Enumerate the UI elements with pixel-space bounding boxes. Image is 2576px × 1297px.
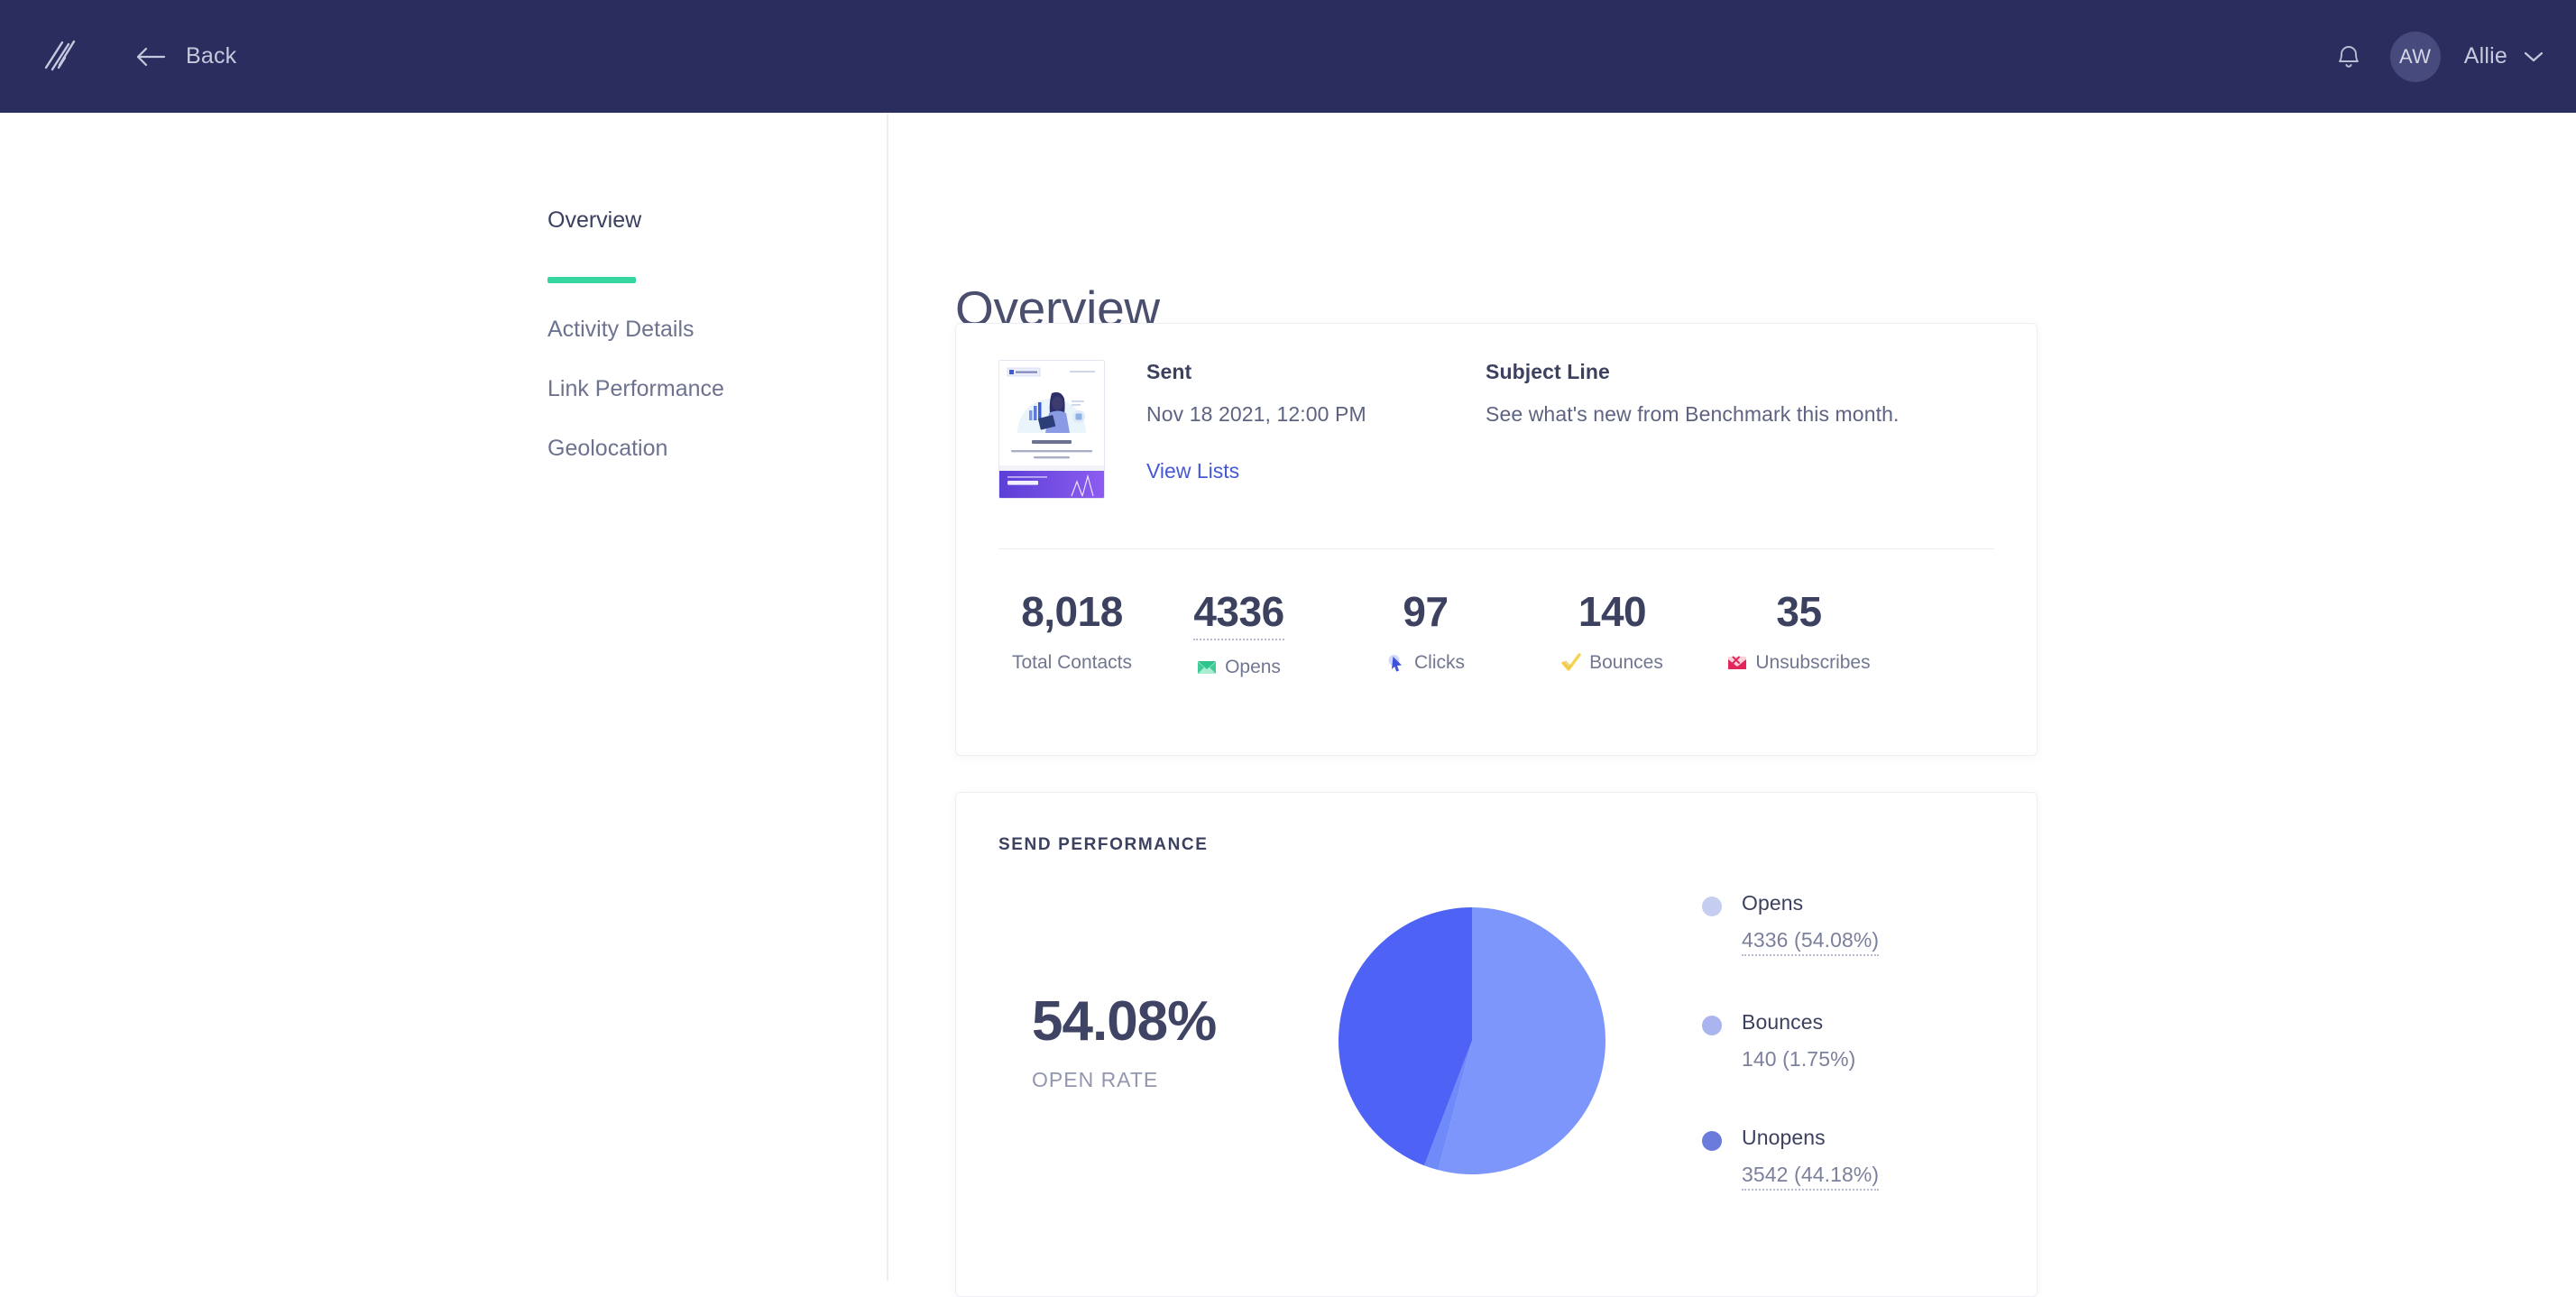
legend-dot-opens (1702, 897, 1722, 916)
legend-item-unopens: Unopens 3542 (44.18%) (1702, 1126, 1880, 1191)
bell-icon (2338, 45, 2359, 68)
legend-dot-unopens (1702, 1131, 1722, 1151)
sent-value: Nov 18 2021, 12:00 PM (1146, 402, 1366, 426)
envelope-icon (1198, 661, 1217, 674)
report-sidebar-nav: Overview Activity Details Link Performan… (547, 207, 854, 495)
legend-value-opens[interactable]: 4336 (54.08%) (1742, 928, 1880, 956)
back-button[interactable]: Back (135, 43, 236, 69)
back-button-label: Back (186, 43, 237, 69)
subject-line-label: Subject Line (1486, 360, 1610, 383)
stat-clicks: 97 Clicks (1332, 587, 1519, 678)
send-performance-title: SEND PERFORMANCE (998, 835, 1209, 854)
sent-block: Sent Nov 18 2021, 12:00 PM View Lists (1146, 360, 1444, 499)
stat-total-contacts-footer: Total Contacts (998, 652, 1145, 674)
legend-value-unopens[interactable]: 3542 (44.18%) (1742, 1163, 1880, 1191)
stat-unsubscribes-value: 35 (1776, 588, 1822, 635)
email-preview-thumbnail-icon (999, 361, 1104, 498)
subject-line-block: Subject Line See what's new from Benchma… (1486, 360, 1991, 499)
stat-total-contacts-value: 8,018 (1021, 588, 1123, 635)
sidebar-item-activity-details[interactable]: Activity Details (547, 317, 695, 343)
stat-opens-footer: Opens (1145, 657, 1332, 678)
stat-clicks-label: Clicks (1414, 652, 1465, 673)
send-performance-card: SEND PERFORMANCE 54.08% OPEN RATE Opens … (955, 792, 2038, 1297)
campaign-summary-top: Sent Nov 18 2021, 12:00 PM View Lists Su… (956, 324, 2037, 499)
sidebar-active-indicator (547, 277, 636, 283)
stat-total-contacts: 8,018 Total Contacts (998, 587, 1145, 678)
app-logo[interactable] (34, 32, 85, 82)
unsubscribe-icon (1728, 656, 1747, 669)
stat-clicks-value: 97 (1403, 588, 1449, 635)
legend-item-bounces: Bounces 140 (1.75%) (1702, 1010, 1879, 1072)
benchmark-slashes-logo-icon (44, 40, 76, 70)
stat-bounces-footer: Bounces (1519, 652, 1706, 674)
send-performance-body: 54.08% OPEN RATE Opens 4336 (54.08%) Bou… (956, 891, 2037, 1191)
legend-value-bounces: 140 (1.75%) (1742, 1047, 1856, 1071)
pie-chart-legend: Opens 4336 (54.08%) Bounces 140 (1.75%) … (1702, 891, 1880, 1191)
check-icon (1561, 653, 1581, 671)
stat-opens-value[interactable]: 4336 (1193, 587, 1284, 640)
top-bar-right-cluster: AW Allie (2331, 31, 2544, 82)
legend-item-opens: Opens 4336 (54.08%) (1702, 891, 1880, 956)
stat-unsubscribes: 35 Unsubscribes (1706, 587, 1892, 678)
arrow-left-icon (136, 47, 166, 66)
sidebar-item-link-performance[interactable]: Link Performance (547, 376, 724, 402)
email-preview-thumbnail[interactable] (998, 360, 1105, 499)
sidebar-divider (887, 113, 888, 1281)
main-column: Overview (955, 113, 2128, 337)
legend-label-opens: Opens (1742, 891, 1804, 915)
open-rate-label: OPEN RATE (1032, 1068, 1159, 1091)
view-lists-link[interactable]: View Lists (1146, 459, 1239, 483)
stat-clicks-footer: Clicks (1332, 652, 1519, 674)
open-rate-value: 54.08% (1032, 990, 1217, 1053)
subject-line-value: See what's new from Benchmark this month… (1486, 402, 1900, 426)
sidebar-item-overview-label: Overview (547, 207, 642, 233)
send-performance-pie-chart (1323, 906, 1621, 1176)
cursor-icon (1388, 655, 1402, 672)
legend-label-bounces: Bounces (1742, 1010, 1824, 1034)
stat-opens-label: Opens (1225, 657, 1281, 677)
stat-unsubscribes-label: Unsubscribes (1755, 652, 1871, 673)
pie-chart-icon (1339, 907, 1605, 1174)
legend-dot-bounces (1702, 1016, 1722, 1035)
sidebar-item-overview[interactable]: Overview (547, 207, 854, 283)
open-rate-block: 54.08% OPEN RATE (998, 989, 1323, 1092)
chevron-down-icon (2524, 51, 2544, 61)
avatar[interactable]: AW (2389, 31, 2441, 82)
stat-bounces-label: Bounces (1589, 652, 1663, 673)
stat-bounces: 140 Bounces (1519, 587, 1706, 678)
stat-total-contacts-label: Total Contacts (1011, 652, 1133, 673)
stat-bounces-value: 140 (1578, 588, 1647, 635)
notifications-button[interactable] (2331, 39, 2367, 75)
sent-label: Sent (1146, 360, 1192, 383)
stat-unsubscribes-footer: Unsubscribes (1706, 652, 1892, 674)
user-menu[interactable]: Allie (2464, 43, 2544, 69)
campaign-summary-card: Sent Nov 18 2021, 12:00 PM View Lists Su… (955, 323, 2038, 756)
stat-opens: 4336 Opens (1145, 587, 1332, 678)
user-name-label: Allie (2463, 43, 2507, 69)
top-navigation-bar: Back AW Allie (0, 0, 2576, 113)
legend-label-unopens: Unopens (1742, 1126, 1826, 1149)
campaign-stats-row: 8,018 Total Contacts 4336 Opens 97 Click… (998, 549, 2037, 678)
sidebar-item-geolocation[interactable]: Geolocation (547, 436, 667, 462)
